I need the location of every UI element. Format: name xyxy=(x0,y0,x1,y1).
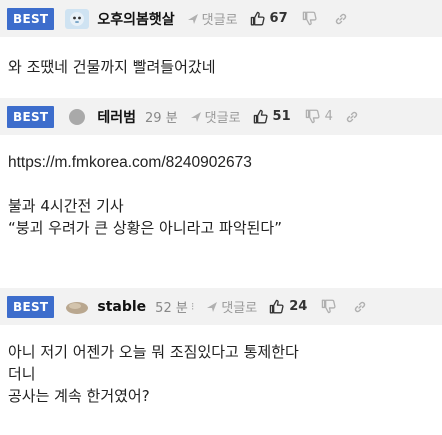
upvote-button[interactable]: 24 xyxy=(269,299,307,314)
thumbs-down-icon xyxy=(302,11,317,26)
comment-meta: BEST 오후의봄햇살 댓글로 67 xyxy=(0,0,442,37)
nickname[interactable]: 오후의봄햇살 xyxy=(97,9,174,29)
comment-body: https://m.fmkorea.com/8240902673 불과 4시간전… xyxy=(0,135,442,239)
avatar[interactable] xyxy=(64,106,90,128)
reply-arrow-icon xyxy=(190,111,201,122)
reply-button[interactable]: 댓글로 xyxy=(190,107,241,126)
upvote-count: 51 xyxy=(272,109,291,124)
best-badge: BEST xyxy=(7,7,55,30)
nickname[interactable]: 테러범 xyxy=(97,107,136,127)
comment-body: 아니 저기 어젠가 오늘 뭐 조짐있다고 통제한다 더니 공사는 계속 한거였어… xyxy=(0,325,442,407)
thumbs-down-icon xyxy=(305,109,320,124)
nickname[interactable]: stable xyxy=(97,299,146,315)
reply-label: 댓글로 xyxy=(221,301,258,316)
comment-time: 29 분 xyxy=(145,111,178,126)
upvote-button[interactable]: 67 xyxy=(250,11,288,26)
downvote-button[interactable]: 4 xyxy=(305,109,333,124)
upvote-button[interactable]: 51 xyxy=(253,109,291,124)
comment-item: BEST 테러범 29 분 댓글로 51 4 https://m.fmkorea… xyxy=(0,98,442,288)
reply-label: 댓글로 xyxy=(204,111,241,126)
comment-meta: BEST 테러범 29 분 댓글로 51 4 xyxy=(0,98,442,135)
thumbs-up-icon xyxy=(253,109,268,124)
link-icon[interactable] xyxy=(334,12,348,26)
comment-text-line: 공사는 계속 한거였어? xyxy=(8,387,150,405)
downvote-button[interactable] xyxy=(321,299,341,314)
link-icon[interactable] xyxy=(353,300,367,314)
thumbs-up-icon xyxy=(250,11,265,26)
comment-item: BEST 오후의봄햇살 댓글로 67 와 조땠네 건물까지 빨려들어갔네 xyxy=(0,0,442,98)
thumbs-down-icon xyxy=(322,299,336,314)
best-badge: BEST xyxy=(7,105,55,128)
comment-text-line: “붕괴 우려가 큰 상황은 아니라고 파악된다” xyxy=(8,219,282,237)
comment-meta: BEST stable 52 분 ⁝ 댓글로 24 xyxy=(0,288,442,325)
reply-label: 댓글로 xyxy=(201,13,238,28)
avatar[interactable] xyxy=(64,296,90,318)
avatar[interactable] xyxy=(64,8,90,30)
reply-button[interactable]: 댓글로 xyxy=(206,297,257,316)
comment-time: 52 분 xyxy=(155,301,188,316)
comment-link[interactable]: https://m.fmkorea.com/8240902673 xyxy=(8,152,434,174)
reply-arrow-icon xyxy=(187,13,198,24)
link-icon[interactable] xyxy=(345,110,359,124)
best-badge: BEST xyxy=(7,295,55,318)
time-separator: ⁝ xyxy=(190,300,195,313)
upvote-count: 24 xyxy=(289,299,308,314)
comment-item: BEST stable 52 분 ⁝ 댓글로 24 아니 저기 어젠가 오늘 뭐… xyxy=(0,288,442,407)
comment-text-line: 더니 xyxy=(8,365,36,383)
thumbs-up-icon xyxy=(269,299,284,314)
reply-arrow-icon xyxy=(207,301,218,312)
reply-button[interactable]: 댓글로 xyxy=(187,9,238,28)
downvote-count: 4 xyxy=(324,109,333,124)
comment-body: 와 조땠네 건물까지 빨려들어갔네 xyxy=(0,37,442,78)
comment-text-line: 와 조땠네 건물까지 빨려들어갔네 xyxy=(8,58,216,76)
comment-text-line: 아니 저기 어젠가 오늘 뭐 조짐있다고 통제한다 xyxy=(8,343,299,361)
downvote-button[interactable] xyxy=(302,11,322,26)
comment-text-line: 불과 4시간전 기사 xyxy=(8,197,124,215)
upvote-count: 67 xyxy=(269,11,288,26)
